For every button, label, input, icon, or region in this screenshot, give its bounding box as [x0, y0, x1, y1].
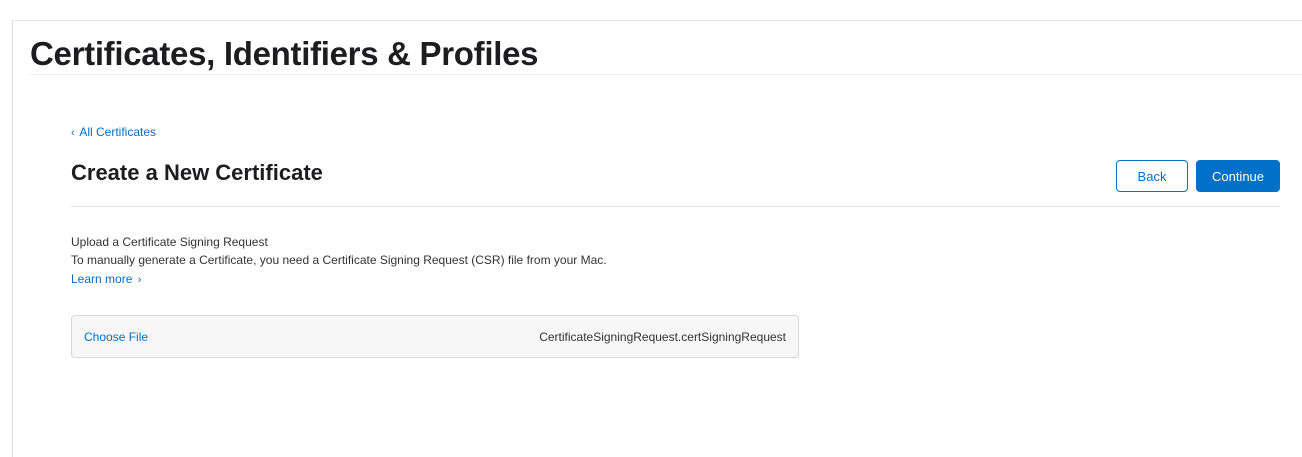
upload-heading: Upload a Certificate Signing Request — [71, 235, 268, 249]
chevron-right-icon: › — [137, 274, 142, 286]
title-divider — [30, 74, 1302, 75]
choose-file-button[interactable]: Choose File — [84, 330, 148, 344]
upload-description: To manually generate a Certificate, you … — [71, 253, 607, 267]
file-upload-field: Choose File CertificateSigningRequest.ce… — [71, 315, 799, 358]
learn-more-link[interactable]: Learn more › — [71, 272, 141, 286]
chevron-left-icon: ‹ — [71, 127, 75, 139]
all-certificates-link[interactable]: ‹ All Certificates — [71, 125, 156, 139]
learn-more-label: Learn more — [71, 272, 133, 286]
page-title: Certificates, Identifiers & Profiles — [30, 35, 539, 72]
continue-button[interactable]: Continue — [1196, 160, 1280, 192]
section-title: Create a New Certificate — [71, 160, 323, 185]
section-divider — [71, 206, 1280, 207]
selected-file-name: CertificateSigningRequest.certSigningReq… — [539, 329, 786, 344]
back-button[interactable]: Back — [1116, 160, 1188, 192]
all-certificates-label: All Certificates — [79, 125, 157, 139]
